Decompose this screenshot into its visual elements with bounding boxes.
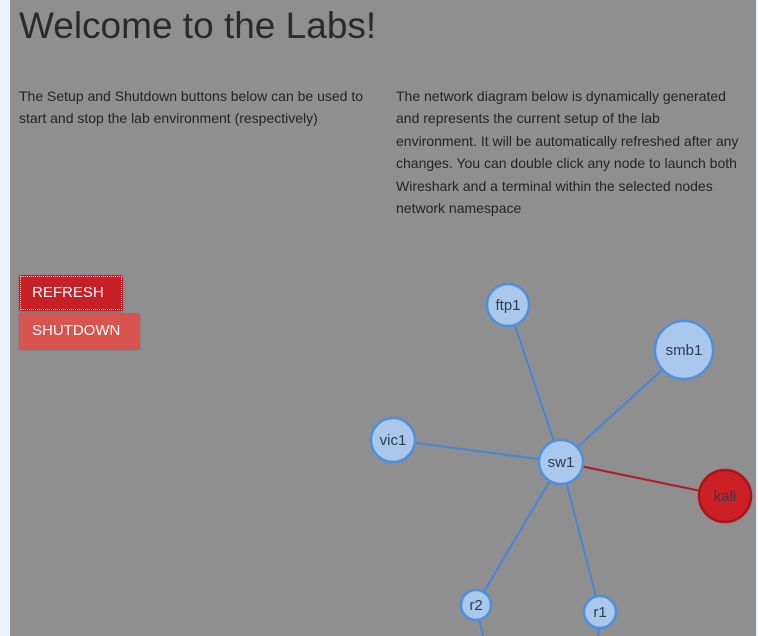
link-sw1-r2 [475,461,562,606]
node-label: ftp1 [495,297,520,314]
node-label: vic1 [380,432,407,449]
node-label: r1 [593,604,606,621]
node-smb1[interactable]: smb1 [653,319,715,381]
diagram-nodes: sw1 ftp1 smb1 vic1 kali r2 r1 [369,282,753,630]
node-sw1[interactable]: sw1 [537,438,585,486]
link-sw1-ftp1 [507,304,562,463]
network-diagram[interactable]: sw1 ftp1 smb1 vic1 kali r2 r1 [10,0,756,636]
browser-viewport: Welcome to the Labs! The Setup and Shutd… [0,0,758,636]
node-label: r2 [469,597,482,614]
node-vic1[interactable]: vic1 [369,416,417,464]
lab-page: Welcome to the Labs! The Setup and Shutd… [10,0,756,636]
node-label: smb1 [666,342,703,359]
node-label: kali [714,488,737,505]
node-label: sw1 [548,454,575,471]
node-kali[interactable]: kali [697,468,753,524]
link-sw1-vic1 [392,439,562,463]
node-r2[interactable]: r2 [459,588,493,622]
node-ftp1[interactable]: ftp1 [485,282,531,328]
node-r1[interactable]: r1 [582,594,618,630]
